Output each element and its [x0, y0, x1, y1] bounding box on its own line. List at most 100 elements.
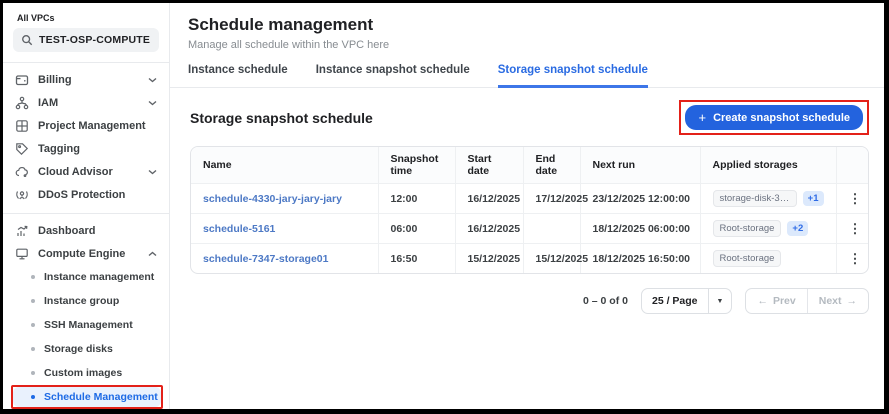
table-header-row: Name Snapshot time Start date End date N… [191, 147, 869, 184]
bullet-icon [31, 275, 35, 279]
row-actions-kebab-icon[interactable]: ⋮ [836, 214, 869, 244]
applied-storages-cell: storage-disk-3478-demo +1 [700, 184, 836, 214]
end-date-cell [523, 214, 580, 244]
applied-storages-cell: Root-storage [700, 244, 836, 274]
sidebar-item-label: Tagging [38, 143, 80, 155]
sidebar-item-label: Project Management [38, 120, 146, 132]
shield-icon [15, 188, 29, 202]
pagination-range: 0 – 0 of 0 [583, 295, 628, 307]
bullet-icon [31, 395, 35, 399]
sidebar-item-iam[interactable]: IAM [3, 91, 169, 114]
start-date-cell: 16/12/2025 [455, 214, 523, 244]
sidebar-item-label: Billing [38, 74, 72, 86]
column-header-start-date: Start date [455, 147, 523, 184]
tab-bar: Instance schedule Instance snapshot sche… [170, 51, 884, 88]
prev-page-button[interactable]: ←Prev [746, 289, 806, 313]
billing-icon [15, 73, 29, 87]
sidebar-item-ddos-protection[interactable]: DDoS Protection [3, 183, 169, 206]
sidebar-item-instance-management[interactable]: Instance management [13, 267, 161, 287]
sidebar-nav-secondary: Dashboard Compute Engine Instance manage… [3, 214, 169, 409]
column-header-applied-storages: Applied storages [700, 147, 836, 184]
row-actions-kebab-icon[interactable]: ⋮ [836, 184, 869, 214]
vpc-selector-value: TEST-OSP-COMPUTE [39, 34, 150, 46]
sidebar-nav-primary: Billing IAM Project Management Tagging C… [3, 63, 169, 211]
sidebar-item-instance-group[interactable]: Instance group [13, 291, 161, 311]
iam-icon [15, 96, 29, 110]
table-row: schedule-5161 06:00 16/12/2025 18/12/202… [191, 214, 869, 244]
tab-instance-schedule[interactable]: Instance schedule [188, 64, 288, 88]
app-window: All VPCs TEST-OSP-COMPUTE Billing IAM Pr… [0, 0, 889, 414]
sidebar-item-label: Schedule Management [44, 391, 158, 403]
pagination: 0 – 0 of 0 25 / Page ▼ ←Prev Next→ [190, 288, 869, 314]
sidebar-item-project-management[interactable]: Project Management [3, 114, 169, 137]
storage-chip: storage-disk-3478-demo [713, 190, 797, 207]
monitor-icon [15, 247, 29, 261]
bullet-icon [31, 347, 35, 351]
storage-chip: Root-storage [713, 250, 782, 267]
start-date-cell: 16/12/2025 [455, 184, 523, 214]
vpc-selector[interactable]: TEST-OSP-COMPUTE [13, 28, 159, 52]
end-date-cell: 15/12/2025 [523, 244, 580, 274]
schedule-name-link[interactable]: schedule-4330-jary-jary-jary [191, 184, 378, 214]
applied-storages-cell: Root-storage +2 [700, 214, 836, 244]
sidebar-item-custom-images[interactable]: Custom images [13, 363, 161, 383]
compute-engine-submenu: Instance management Instance group SSH M… [3, 265, 169, 409]
project-management-icon [15, 119, 29, 133]
schedule-name-link[interactable]: schedule-5161 [191, 214, 378, 244]
section-header: Storage snapshot schedule + Create snaps… [190, 100, 869, 135]
bullet-icon [31, 323, 35, 327]
snapshot-time-cell: 06:00 [378, 214, 455, 244]
next-page-button[interactable]: Next→ [807, 289, 868, 313]
page-size-select[interactable]: 25 / Page ▼ [641, 288, 732, 314]
sidebar-item-ssh-management[interactable]: SSH Management [13, 315, 161, 335]
sidebar-item-storage-disks[interactable]: Storage disks [13, 339, 161, 359]
sidebar-item-label: SSH Management [44, 319, 133, 331]
sidebar-item-label: Custom images [44, 367, 122, 379]
tab-instance-snapshot-schedule[interactable]: Instance snapshot schedule [316, 64, 470, 88]
annotation-box-schedule-management: Schedule Management [11, 385, 163, 409]
schedule-table: Name Snapshot time Start date End date N… [190, 146, 869, 274]
schedule-name-link[interactable]: schedule-7347-storage01 [191, 244, 378, 274]
sidebar-item-schedule-management[interactable]: Schedule Management [13, 387, 161, 407]
sidebar-item-label: Instance group [44, 295, 119, 307]
bullet-icon [31, 371, 35, 375]
more-storages-badge[interactable]: +1 [803, 191, 824, 206]
row-actions-kebab-icon[interactable]: ⋮ [836, 244, 869, 274]
sidebar-item-cloud-advisor[interactable]: Cloud Advisor [3, 160, 169, 183]
sidebar-item-label: Dashboard [38, 225, 95, 237]
page-size-value: 25 / Page [642, 289, 708, 313]
end-date-cell: 17/12/2025 [523, 184, 580, 214]
vpc-scope-label: All VPCs [17, 13, 169, 23]
create-snapshot-schedule-button[interactable]: + Create snapshot schedule [685, 105, 863, 130]
column-header-next-run: Next run [580, 147, 700, 184]
next-run-cell: 23/12/2025 12:00:00 [580, 184, 700, 214]
more-storages-badge[interactable]: +2 [787, 221, 808, 236]
sidebar-item-label: Storage disks [44, 343, 113, 355]
sidebar-item-compute-engine[interactable]: Compute Engine [3, 242, 169, 265]
storage-chip: Root-storage [713, 220, 782, 237]
dashboard-icon [15, 224, 29, 238]
arrow-left-icon: ← [757, 295, 768, 307]
sidebar-item-billing[interactable]: Billing [3, 68, 169, 91]
main-content: Schedule management Manage all schedule … [170, 3, 884, 409]
table-row: schedule-4330-jary-jary-jary 12:00 16/12… [191, 184, 869, 214]
sidebar-item-label: DDoS Protection [38, 189, 125, 201]
sidebar-item-tagging[interactable]: Tagging [3, 137, 169, 160]
table-row: schedule-7347-storage01 16:50 15/12/2025… [191, 244, 869, 274]
sidebar-item-dashboard[interactable]: Dashboard [3, 219, 169, 242]
sidebar-item-label: Instance management [44, 271, 154, 283]
tab-storage-snapshot-schedule[interactable]: Storage snapshot schedule [498, 64, 648, 88]
sidebar-item-label: IAM [38, 97, 58, 109]
column-header-snapshot-time: Snapshot time [378, 147, 455, 184]
page-title: Schedule management [188, 15, 866, 35]
start-date-cell: 15/12/2025 [455, 244, 523, 274]
annotation-box-create-button: + Create snapshot schedule [679, 100, 869, 135]
sidebar: All VPCs TEST-OSP-COMPUTE Billing IAM Pr… [3, 3, 170, 409]
pager: ←Prev Next→ [745, 288, 869, 314]
chevron-down-icon [148, 169, 157, 175]
create-button-label: Create snapshot schedule [713, 112, 850, 124]
search-icon [21, 34, 33, 46]
chevron-down-icon [148, 77, 157, 83]
chevron-down-icon [148, 100, 157, 106]
next-run-cell: 18/12/2025 16:50:00 [580, 244, 700, 274]
